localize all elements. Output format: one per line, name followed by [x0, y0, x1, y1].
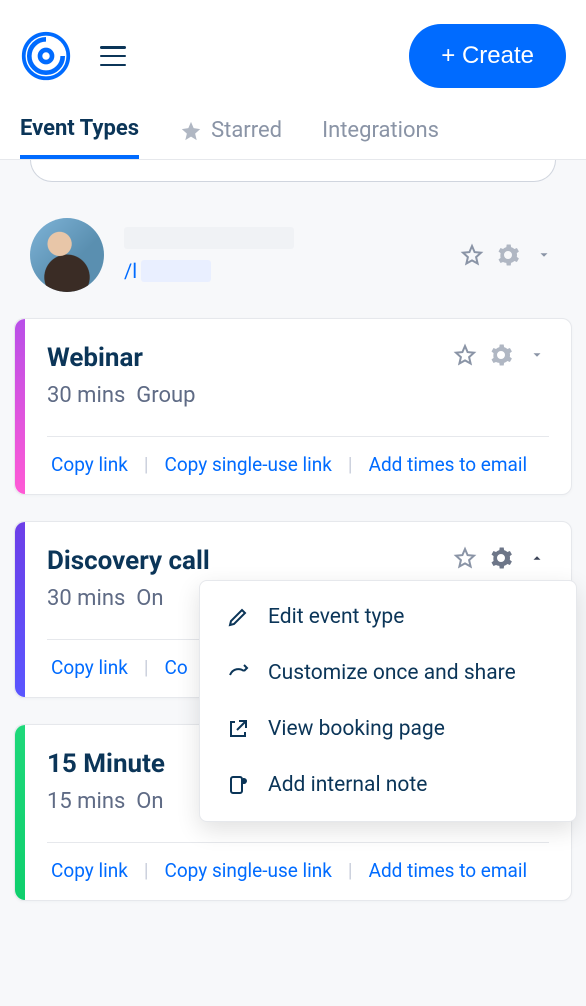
card-actions: Copy link | Copy single-use link | Add t…	[47, 859, 549, 882]
event-kind: On	[136, 586, 163, 611]
copy-single-use-link[interactable]: Co	[160, 656, 191, 679]
menu-label: View booking page	[268, 717, 445, 741]
user-actions	[460, 243, 556, 267]
menu-icon[interactable]	[100, 46, 126, 66]
user-link-redacted	[141, 260, 211, 282]
event-meta: 30 mins On	[47, 586, 210, 611]
event-title[interactable]: Webinar	[47, 343, 196, 373]
external-link-icon	[226, 717, 250, 741]
copy-single-use-link[interactable]: Copy single-use link	[160, 453, 335, 476]
tab-integrations[interactable]: Integrations	[322, 118, 439, 157]
tab-starred-label: Starred	[211, 118, 282, 143]
event-card: Webinar 30 mins Group Copy link | Copy s…	[14, 318, 572, 495]
chevron-down-icon[interactable]	[532, 243, 556, 267]
menu-edit-event-type[interactable]: Edit event type	[200, 589, 576, 645]
user-left: /l	[30, 218, 294, 292]
star-outline-icon[interactable]	[453, 343, 477, 367]
menu-label: Edit event type	[268, 605, 404, 629]
user-info: /l	[124, 227, 294, 283]
gear-icon[interactable]	[489, 546, 513, 570]
card-settings-menu: Edit event type Customize once and share…	[199, 580, 577, 822]
user-name-redacted	[124, 227, 294, 249]
event-duration: 15 mins	[47, 789, 125, 814]
card-stripe	[15, 725, 25, 900]
star-icon	[179, 119, 203, 143]
copy-link[interactable]: Copy link	[47, 859, 132, 882]
chevron-down-icon[interactable]	[525, 343, 549, 367]
star-outline-icon[interactable]	[460, 243, 484, 267]
copy-single-use-link[interactable]: Copy single-use link	[160, 859, 335, 882]
tabs-row: Event Types Starred Integrations	[20, 116, 566, 159]
chevron-up-icon[interactable]	[525, 546, 549, 570]
calendly-logo[interactable]	[20, 30, 72, 82]
user-link-prefix: /l	[124, 259, 137, 283]
event-duration: 30 mins	[47, 586, 125, 611]
tab-starred[interactable]: Starred	[179, 118, 282, 157]
pencil-icon	[226, 605, 250, 629]
star-outline-icon[interactable]	[453, 546, 477, 570]
main-content: /l Webinar 30 mins	[0, 160, 586, 901]
gear-icon[interactable]	[489, 343, 513, 367]
event-title[interactable]: 15 Minute	[47, 749, 165, 779]
add-times-link[interactable]: Add times to email	[365, 859, 532, 882]
menu-add-internal-note[interactable]: Add internal note	[200, 757, 576, 813]
card-stripe	[15, 319, 25, 494]
user-section: /l	[14, 210, 572, 318]
copy-link[interactable]: Copy link	[47, 656, 132, 679]
event-meta: 15 mins On	[47, 789, 165, 814]
share-arrow-icon	[226, 661, 250, 685]
create-button[interactable]: + Create	[409, 24, 566, 88]
gear-icon[interactable]	[496, 243, 520, 267]
menu-customize-share[interactable]: Customize once and share	[200, 645, 576, 701]
header-top-row: + Create	[20, 24, 566, 88]
header-left	[20, 30, 126, 82]
event-kind: On	[136, 789, 163, 814]
event-duration: 30 mins	[47, 383, 125, 408]
card-divider	[47, 842, 549, 843]
add-times-link[interactable]: Add times to email	[365, 453, 532, 476]
card-actions: Copy link | Copy single-use link | Add t…	[47, 453, 549, 476]
event-card: Discovery call 30 mins On Copy link | Co	[14, 521, 572, 698]
user-link[interactable]: /l	[124, 259, 294, 283]
event-title[interactable]: Discovery call	[47, 546, 210, 576]
copy-link[interactable]: Copy link	[47, 453, 132, 476]
avatar[interactable]	[30, 218, 104, 292]
menu-label: Add internal note	[268, 773, 427, 797]
card-divider	[47, 436, 549, 437]
menu-label: Customize once and share	[268, 661, 516, 685]
search-bar-edge[interactable]	[30, 160, 556, 182]
tab-event-types[interactable]: Event Types	[20, 116, 139, 159]
event-kind: Group	[136, 383, 195, 408]
note-icon	[226, 773, 250, 797]
menu-view-booking-page[interactable]: View booking page	[200, 701, 576, 757]
event-meta: 30 mins Group	[47, 383, 196, 408]
card-stripe	[15, 522, 25, 697]
app-header: + Create Event Types Starred Integration…	[0, 0, 586, 160]
